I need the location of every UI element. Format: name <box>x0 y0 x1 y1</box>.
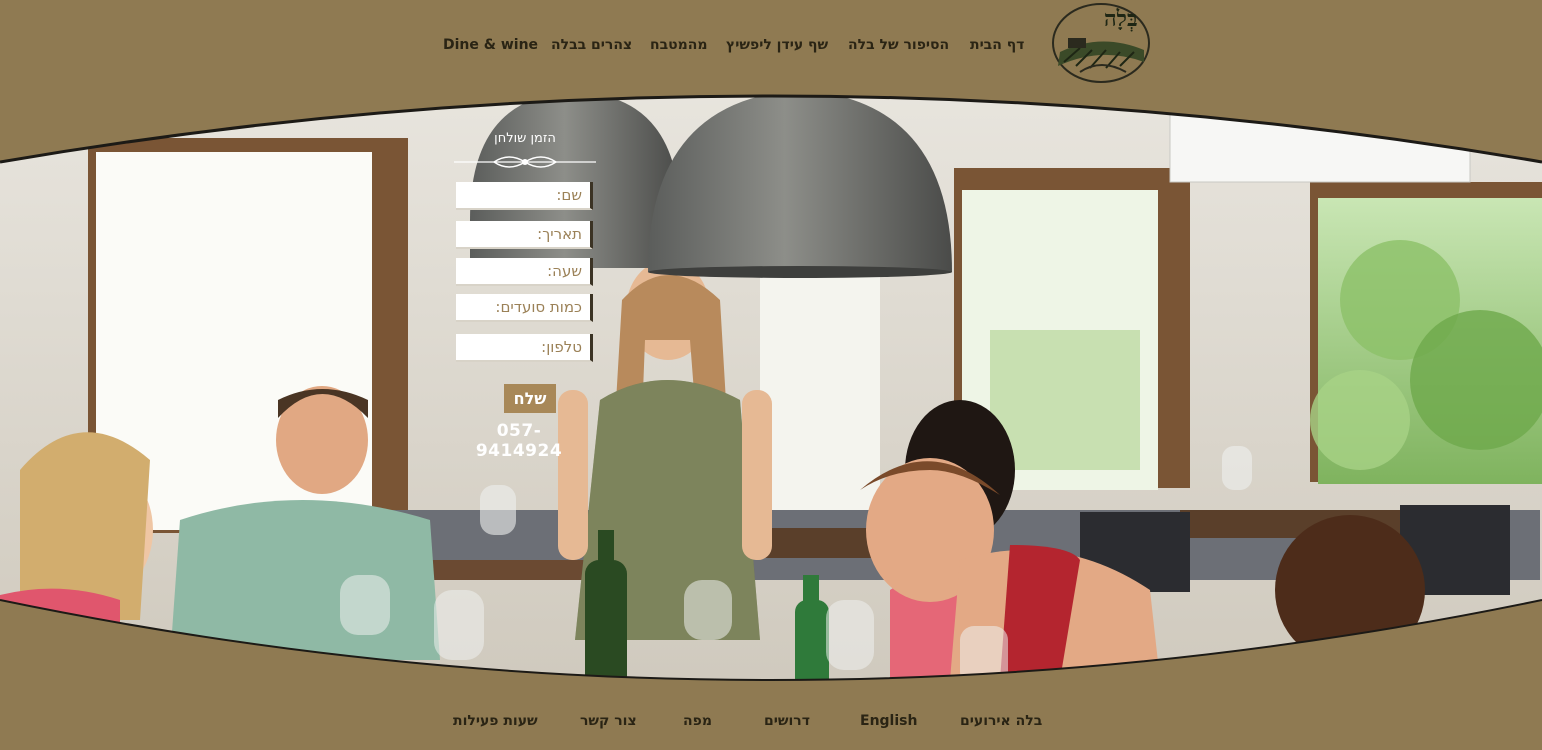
nav-dine-wine-link[interactable]: Dine & wine <box>443 34 538 56</box>
guests-field[interactable]: כמות סועדים: <box>456 294 593 322</box>
phone-field-label: טלפון: <box>541 338 582 356</box>
nav-map-link[interactable]: מפה <box>683 710 712 732</box>
ornament-divider-icon <box>454 156 596 168</box>
nav-story-link[interactable]: הסיפור של בלה <box>848 34 949 56</box>
nav-english-link[interactable]: English <box>860 710 917 732</box>
date-field-label: תאריך: <box>537 225 582 243</box>
bottom-navigation: בלה אירועים English דרושים מפה צור קשר ש… <box>0 690 1542 750</box>
nav-hours-link[interactable]: שעות פעילות <box>453 710 538 732</box>
nav-kitchen-link[interactable]: מהמטבח <box>650 34 708 56</box>
site-logo[interactable]: בְּלָה <box>1050 2 1152 84</box>
reservation-form: הזמן שולחן שם: תאריך: שעה: כמות סועדים: … <box>452 128 600 461</box>
send-button[interactable]: שלח <box>504 384 556 413</box>
nav-contact-link[interactable]: צור קשר <box>580 710 637 732</box>
nav-lunch-link[interactable]: צהרים בבלה <box>551 34 632 56</box>
hero-restaurant-photo <box>0 0 1542 750</box>
guests-field-label: כמות סועדים: <box>495 298 582 316</box>
time-field[interactable]: שעה: <box>456 258 593 286</box>
reservation-title: הזמן שולחן <box>494 131 556 146</box>
nav-home-link[interactable]: דף הבית <box>970 34 1024 56</box>
nav-events-link[interactable]: בלה אירועים <box>960 710 1042 732</box>
date-field[interactable]: תאריך: <box>456 221 593 249</box>
nav-jobs-link[interactable]: דרושים <box>764 710 810 732</box>
name-field[interactable]: שם: <box>456 182 593 210</box>
name-field-label: שם: <box>556 186 582 204</box>
phone-number: 057-9414924 <box>475 421 563 461</box>
nav-chef-link[interactable]: שף עידן ליפשיץ <box>726 34 828 56</box>
phone-field[interactable]: טלפון: <box>456 334 593 362</box>
logo-text: בְּלָה <box>1104 6 1138 32</box>
top-navigation: דף הבית הסיפור של בלה שף עידן ליפשיץ מהמ… <box>0 0 1542 90</box>
time-field-label: שעה: <box>547 262 582 280</box>
